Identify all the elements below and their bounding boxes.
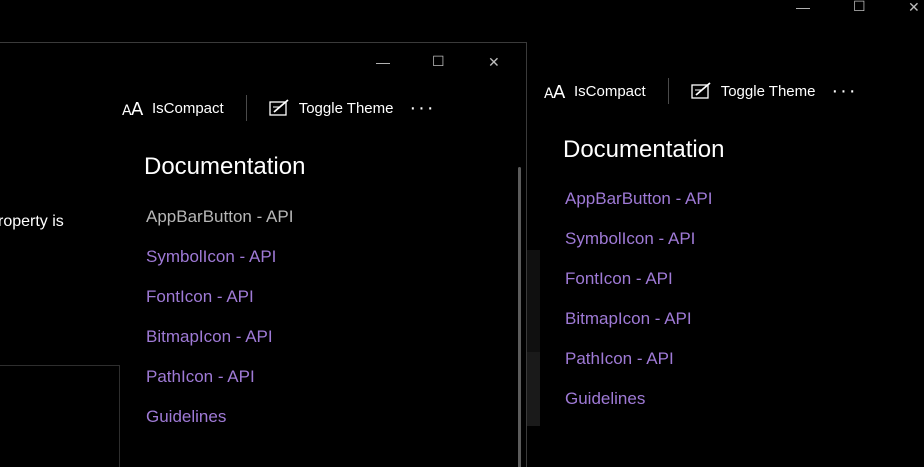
font-size-icon: A A (122, 97, 144, 119)
is-compact-label: IsCompact (152, 99, 224, 117)
link-bitmapicon-api[interactable]: BitmapIcon - API (146, 317, 293, 357)
background-title-bar: — ☐ ✕ (784, 0, 924, 16)
foreground-title-bar: — ☐ ✕ (376, 51, 516, 75)
link-pathicon-api[interactable]: PathIcon - API (146, 357, 293, 397)
command-bar: A A IsCompact Toggle Theme ··· (534, 75, 863, 107)
link-appbarbutton-api[interactable]: AppBarButton - API (146, 197, 293, 237)
command-separator (667, 78, 669, 104)
documentation-heading: Documentation (144, 153, 306, 180)
documentation-heading: Documentation (563, 136, 725, 163)
link-symbolicon-api[interactable]: SymbolIcon - API (146, 237, 293, 277)
maximize-button[interactable]: ☐ (432, 54, 445, 68)
documentation-links: AppBarButton - API SymbolIcon - API Font… (146, 197, 293, 437)
edit-theme-icon (691, 80, 713, 102)
link-symbolicon-api[interactable]: SymbolIcon - API (565, 219, 712, 259)
toggle-theme-label: Toggle Theme (720, 82, 816, 100)
minimize-button[interactable]: — (796, 0, 810, 14)
edit-theme-icon (269, 97, 291, 119)
desktop: — ☐ ✕ A A IsCompact Toggle Theme ··· Doc… (0, 0, 924, 467)
link-fonticon-api[interactable]: FontIcon - API (146, 277, 293, 317)
svg-text:A: A (553, 82, 566, 100)
command-separator (245, 95, 247, 121)
more-button[interactable]: ··· (826, 75, 864, 107)
command-bar: A A IsCompact Toggle Theme ··· (112, 92, 441, 124)
link-guidelines[interactable]: Guidelines (565, 379, 712, 419)
link-pathicon-api[interactable]: PathIcon - API (565, 339, 712, 379)
description-text: roperty is (0, 213, 64, 230)
link-guidelines[interactable]: Guidelines (146, 397, 293, 437)
maximize-button[interactable]: ☐ (853, 0, 866, 13)
svg-text:A: A (131, 99, 144, 117)
is-compact-button[interactable]: A A IsCompact (112, 92, 234, 124)
link-fonticon-api[interactable]: FontIcon - API (565, 259, 712, 299)
link-appbarbutton-api[interactable]: AppBarButton - API (565, 179, 712, 219)
toggle-theme-button[interactable]: Toggle Theme (259, 92, 404, 124)
minimize-button[interactable]: — (376, 55, 390, 69)
foreground-window: — ☐ ✕ A A IsCompact Toggle Theme ··· Doc… (0, 42, 527, 467)
toggle-theme-button[interactable]: Toggle Theme (681, 75, 826, 107)
close-button[interactable]: ✕ (488, 55, 500, 69)
example-container (0, 365, 120, 467)
link-bitmapicon-api[interactable]: BitmapIcon - API (565, 299, 712, 339)
is-compact-label: IsCompact (574, 82, 646, 100)
font-size-icon: A A (544, 80, 566, 102)
vertical-scrollbar[interactable] (518, 167, 521, 467)
documentation-links: AppBarButton - API SymbolIcon - API Font… (565, 179, 712, 419)
toggle-theme-label: Toggle Theme (298, 99, 394, 117)
is-compact-button[interactable]: A A IsCompact (534, 75, 656, 107)
background-scroll-area-lower (527, 352, 540, 426)
more-button[interactable]: ··· (404, 92, 442, 124)
close-button[interactable]: ✕ (908, 0, 920, 14)
